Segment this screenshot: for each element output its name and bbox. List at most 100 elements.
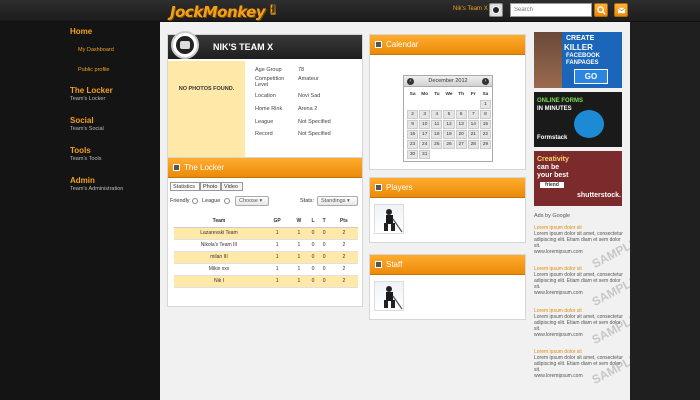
players-header: Players xyxy=(370,178,525,198)
calendar-day[interactable]: 23 xyxy=(407,140,419,149)
col-team[interactable]: Team xyxy=(174,215,264,228)
calendar-day[interactable]: 18 xyxy=(431,130,443,139)
calendar-day[interactable]: 21 xyxy=(467,130,479,139)
calendar-day[interactable]: 5 xyxy=(443,110,455,119)
calendar-day[interactable]: 16 xyxy=(407,130,419,139)
col-t[interactable]: T xyxy=(318,215,330,228)
calendar-day[interactable]: 19 xyxy=(443,130,455,139)
calendar-empty-cell xyxy=(456,100,467,109)
search-button[interactable] xyxy=(594,3,608,17)
friendly-radio[interactable] xyxy=(192,198,198,204)
calendar-day[interactable]: 30 xyxy=(407,150,419,159)
calendar-day[interactable]: 25 xyxy=(431,140,443,149)
calendar-empty-cell xyxy=(431,150,442,159)
standings-filters: Friendly League Choose ▾ Stats: Standing… xyxy=(170,195,360,207)
sidebar-item-home[interactable]: Home xyxy=(70,27,92,36)
ad-banner-formstack[interactable]: ONLINE FORMS IN MINUTES Formstack xyxy=(534,92,622,147)
calendar-day[interactable]: 27 xyxy=(455,140,467,149)
calendar-day[interactable]: 26 xyxy=(443,140,455,149)
calendar-month-bar: ‹ December 2012 › xyxy=(404,76,492,87)
staff-thumbnail[interactable] xyxy=(374,281,404,311)
calendar-day[interactable]: 29 xyxy=(479,140,491,149)
sidebar-link-dashboard[interactable]: My Dashboard xyxy=(78,47,114,53)
top-bar: JockMonkey beta Nik's Team X xyxy=(0,0,700,22)
calendar-day[interactable]: 31 xyxy=(419,150,431,159)
calendar-day[interactable]: 2 xyxy=(407,110,419,119)
calendar-day[interactable]: 22 xyxy=(479,130,491,139)
calendar-day[interactable]: 6 xyxy=(455,110,467,119)
locker-panel: The Locker Statistics Photo Video Friend… xyxy=(167,157,363,307)
calendar-weekday: Mo xyxy=(421,92,429,97)
calendar-day[interactable]: 15 xyxy=(479,120,491,129)
sidebar-item-admin[interactable]: Admin Team's Administration xyxy=(70,176,123,192)
sidebar: Home My Dashboard Public profile The Loc… xyxy=(0,22,160,400)
calendar-week: 16 17 18 19 20 21 22 xyxy=(407,130,491,139)
calendar-empty-cell xyxy=(456,150,467,159)
sidebar-item-tools[interactable]: Tools Team's Tools xyxy=(70,146,102,162)
standings-select[interactable]: Standings ▾ xyxy=(317,196,358,206)
site-logo[interactable]: JockMonkey beta xyxy=(170,3,276,21)
tab-video[interactable]: Video xyxy=(221,182,243,191)
calendar-day[interactable]: 9 xyxy=(407,120,419,129)
current-team-link[interactable]: Nik's Team X xyxy=(453,6,488,12)
calendar-day[interactable]: 24 xyxy=(419,140,431,149)
search-icon xyxy=(597,6,606,15)
col-l[interactable]: L xyxy=(307,215,319,228)
player-thumbnail[interactable] xyxy=(374,204,404,234)
calendar-day[interactable]: 3 xyxy=(419,110,431,119)
calendar-day[interactable]: 11 xyxy=(431,120,443,129)
calendar-empty-cell xyxy=(443,150,454,159)
team-profile-panel: NIK'S TEAM X NO PHOTOS FOUND. Age Group 7… xyxy=(167,31,363,158)
ad-banner-shutterstock[interactable]: Creativity can be your best friend shutt… xyxy=(534,151,622,206)
calendar-widget: ‹ December 2012 › Sa Mo Tu We Th Fr Sa 1 2 3 4 5 6 7 8… xyxy=(403,75,493,162)
ad-banner-facebook[interactable]: CREATE KILLER FACEBOOK FANPAGES GO xyxy=(534,32,622,88)
calendar-day[interactable]: 13 xyxy=(455,120,467,129)
tab-photo[interactable]: Photo xyxy=(200,182,221,191)
stats-label: Stats: xyxy=(300,198,315,204)
search-input[interactable] xyxy=(510,3,592,17)
calendar-day[interactable]: 10 xyxy=(419,120,431,129)
locker-icon xyxy=(173,164,180,171)
calendar-day[interactable]: 20 xyxy=(455,130,467,139)
league-radio[interactable] xyxy=(224,198,230,204)
calendar-month-label: December 2012 xyxy=(428,78,468,84)
ad-go-button[interactable]: GO xyxy=(574,69,608,84)
calendar-day[interactable]: 7 xyxy=(467,110,479,119)
calendar-day[interactable]: 28 xyxy=(467,140,479,149)
calendar-weekday: Sa xyxy=(409,92,416,97)
team-crest-icon xyxy=(171,31,199,59)
col-pts[interactable]: Pts xyxy=(329,215,358,228)
hockey-player-icon xyxy=(384,209,403,233)
calendar-empty-cell xyxy=(431,100,442,109)
calendar-day[interactable]: 1 xyxy=(479,100,491,109)
col-w[interactable]: W xyxy=(290,215,308,228)
calendar-day[interactable]: 17 xyxy=(419,130,431,139)
calendar-day[interactable]: 8 xyxy=(479,110,491,119)
next-month-button[interactable]: › xyxy=(482,78,489,85)
team-logo-icon[interactable] xyxy=(489,3,503,17)
calendar-weekday: Th xyxy=(458,92,465,97)
right-gutter xyxy=(630,22,700,400)
tab-statistics[interactable]: Statistics xyxy=(170,182,200,191)
calendar-week: 2345678 xyxy=(407,110,491,119)
ads-by-google-label[interactable]: Ads by Google xyxy=(534,213,570,219)
sidebar-item-locker[interactable]: The Locker Team's Locker xyxy=(70,86,113,102)
no-photos-placeholder: NO PHOTOS FOUND. xyxy=(168,61,245,158)
prev-month-button[interactable]: ‹ xyxy=(407,78,414,85)
sidebar-link-public-profile[interactable]: Public profile xyxy=(78,67,110,73)
calendar-empty-cell xyxy=(468,100,479,109)
col-gp[interactable]: GP xyxy=(264,215,291,228)
main-content: NIK'S TEAM X NO PHOTOS FOUND. Age Group 7… xyxy=(160,22,700,400)
ad-face-image xyxy=(534,32,562,88)
table-row: Mikin xxx 1 1 0 0 2 xyxy=(174,263,358,276)
team-name: NIK'S TEAM X xyxy=(213,42,274,52)
table-row: Lazarevski Team 1 1 0 0 2 xyxy=(174,227,358,240)
calendar-empty-cell xyxy=(407,100,418,109)
sidebar-item-social[interactable]: Social Team's Social xyxy=(70,116,104,132)
calendar-day[interactable]: 14 xyxy=(467,120,479,129)
messages-button[interactable] xyxy=(614,3,628,17)
calendar-day[interactable]: 12 xyxy=(443,120,455,129)
choose-select[interactable]: Choose ▾ xyxy=(235,196,269,206)
calendar-day[interactable]: 4 xyxy=(431,110,443,119)
calendar-empty-cell xyxy=(419,100,430,109)
